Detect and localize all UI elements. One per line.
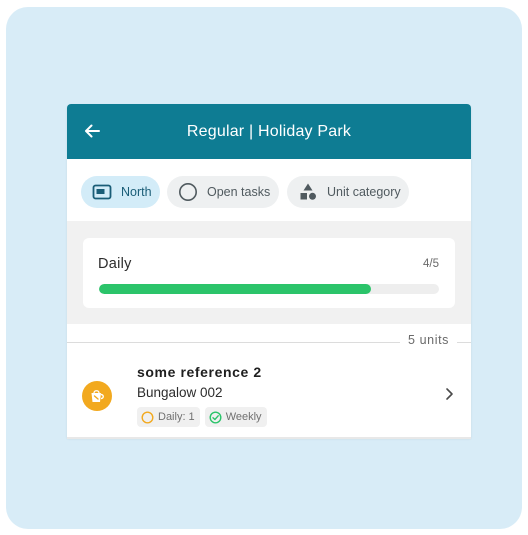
unit-name: Bungalow 002 [137, 385, 223, 400]
unit-reference: some reference 2 [137, 364, 262, 380]
task-badge-daily: Daily: 1 [137, 407, 200, 427]
unit-badges: Daily: 1 Weekly [137, 407, 272, 427]
shapes-icon [295, 182, 321, 202]
daily-progress-card: Daily 4/5 [83, 238, 455, 308]
filter-bar: North Open tasks Unit category [67, 159, 471, 221]
app-bar: Regular | Holiday Park [67, 104, 471, 159]
progress-count: 4/5 [423, 258, 439, 270]
cleaning-bucket-icon [82, 381, 112, 411]
units-divider: 5 units [67, 324, 471, 348]
map-panel-icon [89, 184, 115, 200]
filter-chip-open-tasks[interactable]: Open tasks [167, 176, 279, 208]
unit-list-item[interactable]: some reference 2 Bungalow 002 Daily: 1 W… [67, 348, 471, 438]
units-count: 5 units [399, 333, 457, 347]
arrow-left-icon [85, 124, 100, 138]
circle-outline-icon [175, 182, 201, 202]
filter-chip-label: Open tasks [207, 185, 271, 199]
summary-section: Daily 4/5 [67, 221, 471, 324]
task-badge-weekly: Weekly [204, 407, 267, 427]
page-title: Regular | Holiday Park [186, 122, 352, 140]
progress-bar [99, 284, 439, 294]
filter-chip-north[interactable]: North [81, 176, 160, 208]
filter-chip-label: Unit category [327, 185, 401, 199]
check-circle-icon [209, 410, 222, 424]
app-window: Regular | Holiday Park North Open tasks [67, 104, 471, 438]
filter-chip-label: North [121, 185, 152, 199]
filter-chip-unit-category[interactable]: Unit category [287, 176, 409, 208]
progress-label: Daily [98, 256, 132, 272]
badge-label: Weekly [225, 411, 262, 423]
circle-outline-icon [141, 410, 154, 424]
progress-bar-fill [99, 284, 371, 294]
list-bottom-edge [67, 437, 471, 439]
back-button[interactable] [79, 118, 105, 144]
chevron-right-icon [441, 386, 457, 402]
badge-label: Daily: 1 [158, 411, 195, 423]
